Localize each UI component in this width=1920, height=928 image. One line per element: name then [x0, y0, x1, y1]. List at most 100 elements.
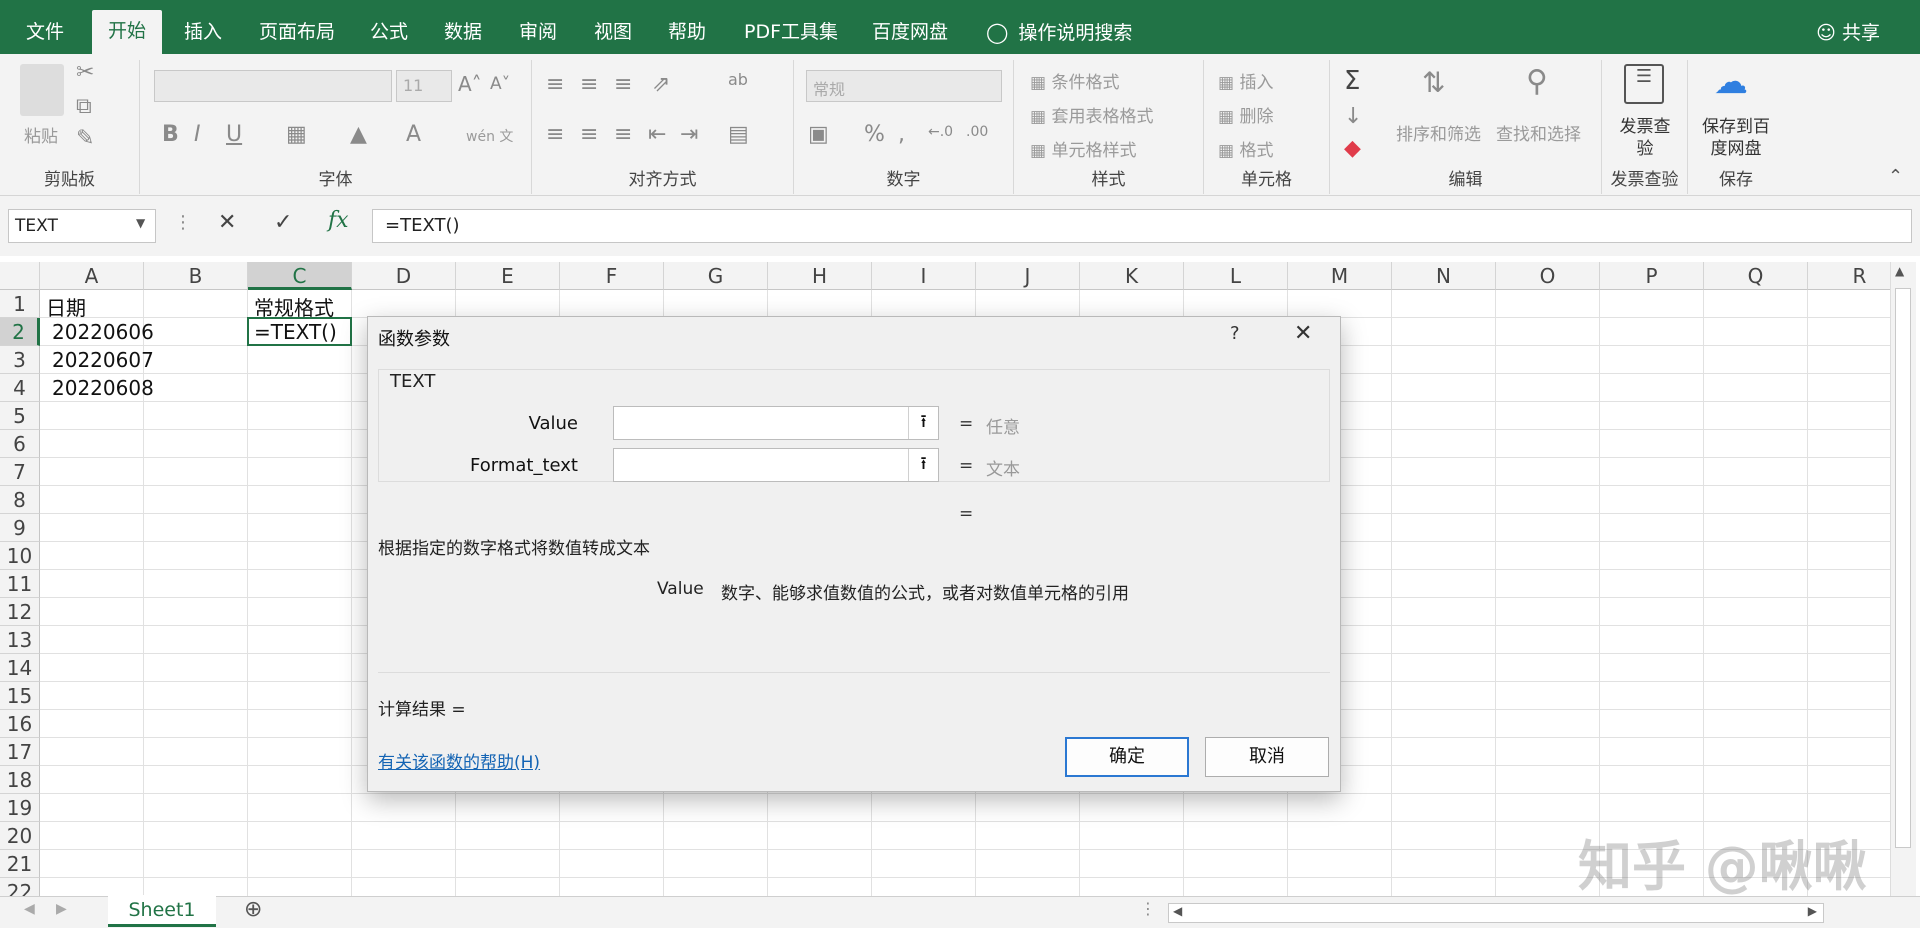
- shrink-font-icon[interactable]: A˅: [490, 74, 510, 94]
- format-as-table-button[interactable]: ▦ 套用表格格式: [1030, 102, 1153, 127]
- row-header-10[interactable]: 10: [0, 542, 40, 570]
- decrease-indent-icon[interactable]: ⇤: [648, 122, 666, 147]
- align-right-icon[interactable]: ≡: [614, 122, 632, 147]
- font-color-icon[interactable]: A: [406, 122, 421, 147]
- align-center-icon[interactable]: ≡: [580, 122, 598, 147]
- split-handle-icon[interactable]: ⋮: [1140, 899, 1156, 918]
- comma-style-icon[interactable]: ,: [898, 122, 905, 147]
- align-top-icon[interactable]: ≡: [546, 72, 564, 97]
- fill-color-icon[interactable]: ▲: [350, 122, 367, 147]
- underline-icon[interactable]: U: [226, 122, 242, 147]
- tab-pdf-tools[interactable]: PDF工具集: [730, 0, 852, 54]
- row-header-7[interactable]: 7: [0, 458, 40, 486]
- row-header-9[interactable]: 9: [0, 514, 40, 542]
- row-header-16[interactable]: 16: [0, 710, 40, 738]
- cell-a2[interactable]: 20220606: [52, 320, 154, 344]
- dialog-close-icon[interactable]: ✕: [1294, 321, 1312, 346]
- arg-input-value[interactable]: ⭱: [613, 406, 939, 440]
- cell-a1[interactable]: 日期: [46, 292, 86, 321]
- tab-page-layout[interactable]: 页面布局: [245, 0, 349, 54]
- row-header-14[interactable]: 14: [0, 654, 40, 682]
- increase-decimal-icon[interactable]: ←.0: [928, 124, 953, 140]
- ok-button[interactable]: 确定: [1065, 737, 1189, 777]
- row-header-11[interactable]: 11: [0, 570, 40, 598]
- sort-filter-icon[interactable]: ⇅: [1422, 66, 1445, 99]
- arg-input-format-text[interactable]: ⭱: [613, 448, 939, 482]
- row-header-12[interactable]: 12: [0, 598, 40, 626]
- column-header-e[interactable]: E: [456, 262, 560, 290]
- column-header-j[interactable]: J: [976, 262, 1080, 290]
- row-header-1[interactable]: 1: [0, 290, 40, 318]
- scroll-sheets-right-icon[interactable]: ▶: [56, 901, 67, 917]
- enter-formula-icon[interactable]: ✓: [274, 210, 292, 235]
- column-header-h[interactable]: H: [768, 262, 872, 290]
- font-size-combo[interactable]: 11: [396, 70, 452, 102]
- decrease-decimal-icon[interactable]: .00: [966, 124, 988, 140]
- invoice-check-button[interactable]: 发票查验: [1616, 116, 1674, 160]
- align-middle-icon[interactable]: ≡: [580, 72, 598, 97]
- row-header-5[interactable]: 5: [0, 402, 40, 430]
- copy-icon[interactable]: ⧉: [76, 94, 92, 119]
- collapse-dialog-icon[interactable]: ⭱: [908, 407, 938, 439]
- name-box[interactable]: TEXT: [8, 209, 156, 243]
- row-header-15[interactable]: 15: [0, 682, 40, 710]
- tab-file[interactable]: 文件: [12, 0, 78, 54]
- scroll-right-icon[interactable]: ▶: [1808, 904, 1817, 918]
- sheet-tab-sheet1[interactable]: Sheet1: [108, 895, 216, 927]
- bold-icon[interactable]: B: [162, 122, 179, 147]
- autosum-icon[interactable]: Σ: [1344, 66, 1360, 96]
- row-header-18[interactable]: 18: [0, 766, 40, 794]
- conditional-formatting-button[interactable]: ▦ 条件格式: [1030, 68, 1119, 93]
- row-header-3[interactable]: 3: [0, 346, 40, 374]
- collapse-ribbon-icon[interactable]: ⌃: [1888, 166, 1903, 187]
- row-header-8[interactable]: 8: [0, 486, 40, 514]
- more-options-icon[interactable]: ⋮: [174, 212, 192, 233]
- border-icon[interactable]: ▦: [286, 122, 307, 147]
- scroll-up-icon[interactable]: ▲: [1895, 264, 1904, 278]
- cut-icon[interactable]: ✂: [76, 60, 94, 85]
- tell-me-search[interactable]: ◯ 操作说明搜索: [972, 0, 1146, 54]
- tab-help[interactable]: 帮助: [654, 0, 720, 54]
- paste-label[interactable]: 粘贴: [24, 122, 58, 147]
- align-left-icon[interactable]: ≡: [546, 122, 564, 147]
- wrap-text-icon[interactable]: ab: [728, 70, 748, 89]
- column-header-c[interactable]: C: [248, 262, 352, 290]
- align-bottom-icon[interactable]: ≡: [614, 72, 632, 97]
- insert-function-icon[interactable]: fx: [328, 208, 349, 233]
- column-header-k[interactable]: K: [1080, 262, 1184, 290]
- add-sheet-icon[interactable]: ⊕: [244, 897, 262, 922]
- formula-input[interactable]: =TEXT(): [372, 209, 1912, 243]
- column-header-l[interactable]: L: [1184, 262, 1288, 290]
- cell-a4[interactable]: 20220608: [52, 376, 154, 400]
- tab-baidu-netdisk[interactable]: 百度网盘: [858, 0, 962, 54]
- column-header-d[interactable]: D: [352, 262, 456, 290]
- column-header-g[interactable]: G: [664, 262, 768, 290]
- orientation-icon[interactable]: ⇗: [652, 72, 670, 97]
- delete-cells-button[interactable]: ▦ 删除: [1218, 102, 1273, 127]
- clear-icon[interactable]: ◆: [1344, 136, 1361, 161]
- column-header-f[interactable]: F: [560, 262, 664, 290]
- tab-view[interactable]: 视图: [580, 0, 646, 54]
- phonetic-icon[interactable]: wén 文: [466, 126, 513, 146]
- find-select-icon[interactable]: ⚲: [1526, 64, 1548, 99]
- grow-font-icon[interactable]: A˄: [458, 72, 482, 96]
- column-header-m[interactable]: M: [1288, 262, 1392, 290]
- column-header-b[interactable]: B: [144, 262, 248, 290]
- dialog-help-button[interactable]: ?: [1230, 323, 1240, 344]
- fill-icon[interactable]: ↓: [1344, 104, 1362, 129]
- percent-icon[interactable]: %: [864, 122, 885, 147]
- vertical-scroll-thumb[interactable]: [1895, 288, 1911, 848]
- column-header-n[interactable]: N: [1392, 262, 1496, 290]
- function-help-link[interactable]: 有关该函数的帮助(H): [378, 748, 540, 773]
- baidu-cloud-icon[interactable]: ☁: [1714, 62, 1748, 102]
- save-to-baidu-button[interactable]: 保存到百度网盘: [1694, 116, 1778, 160]
- row-header-17[interactable]: 17: [0, 738, 40, 766]
- column-header-a[interactable]: A: [40, 262, 144, 290]
- row-header-19[interactable]: 19: [0, 794, 40, 822]
- increase-indent-icon[interactable]: ⇥: [680, 122, 698, 147]
- accounting-format-icon[interactable]: ▣: [808, 122, 829, 147]
- row-header-4[interactable]: 4: [0, 374, 40, 402]
- tab-insert[interactable]: 插入: [170, 0, 236, 54]
- paste-icon[interactable]: [20, 64, 64, 116]
- format-painter-icon[interactable]: ✎: [76, 126, 94, 151]
